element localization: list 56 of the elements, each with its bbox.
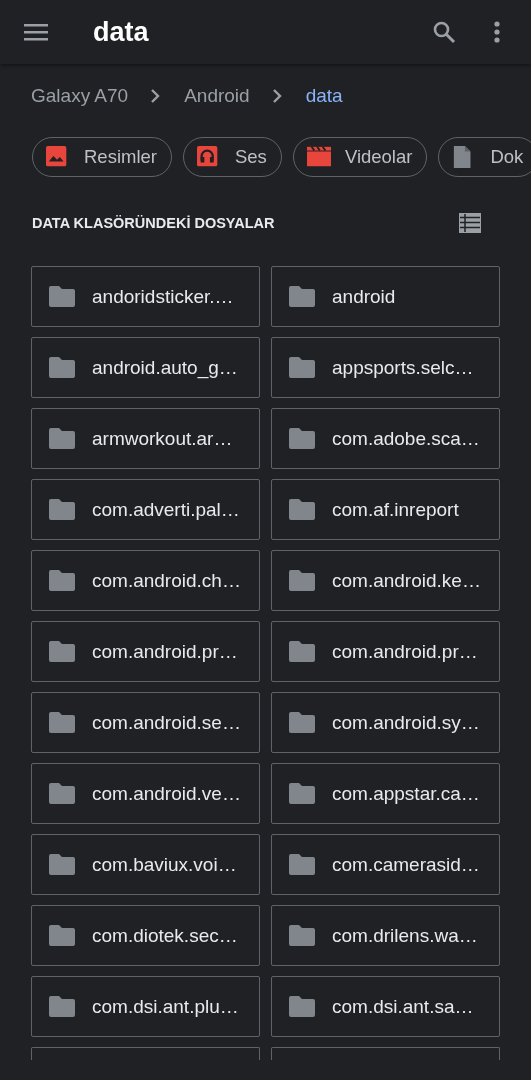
breadcrumb-link[interactable]: data	[305, 85, 343, 107]
folder-item[interactable]: com.diotek.sec…	[31, 905, 260, 966]
folder-icon	[49, 854, 75, 875]
folder-item[interactable]: com.android.pr…	[271, 621, 500, 682]
folder-icon	[289, 641, 315, 662]
folder-item[interactable]: com.android.ke…	[271, 550, 500, 611]
folder-item[interactable]: android.auto_g…	[31, 337, 260, 398]
folder-icon	[49, 925, 75, 946]
menu-icon[interactable]	[24, 23, 48, 41]
chevron-icon	[150, 88, 161, 104]
folder-item[interactable]: com.android.ve…	[31, 763, 260, 824]
folder-icon	[289, 783, 315, 804]
folder-item[interactable]: andoridsticker.…	[31, 266, 260, 327]
chevron-icon	[271, 88, 282, 104]
screen-title: data	[93, 16, 150, 48]
folder-item[interactable]: com.dsi.ant.plu…	[31, 976, 260, 1037]
folder-icon	[49, 783, 75, 804]
folder-icon	[49, 499, 75, 520]
folder-icon	[49, 286, 75, 307]
folder-item[interactable]: com.android.ch…	[31, 550, 260, 611]
folder-item[interactable]: com.af.inreport	[271, 479, 500, 540]
folder-icon	[289, 286, 315, 307]
folder-icon	[289, 712, 315, 733]
search-icon[interactable]	[432, 20, 456, 44]
breadcrumb-link[interactable]: Galaxy A70	[31, 85, 129, 107]
folder-icon	[49, 712, 75, 733]
list-view-icon[interactable]	[459, 213, 481, 233]
folder-icon	[289, 854, 315, 875]
section-title: DATA KLASÖRÜNDEKİ DOSYALAR	[32, 215, 275, 231]
folder-icon	[289, 570, 315, 591]
folder-icon	[289, 925, 315, 946]
folder-item[interactable]: com.android.se…	[31, 692, 260, 753]
more-options-icon[interactable]	[494, 21, 500, 43]
folder-icon	[49, 357, 75, 378]
folder-icon	[49, 996, 75, 1017]
folder-item[interactable]: com.camerasid…	[271, 834, 500, 895]
folder-item[interactable]: com.adobe.sca…	[271, 408, 500, 469]
folder-item[interactable]: com.dsi.ant.sa…	[271, 976, 500, 1037]
folder-icon	[289, 996, 315, 1017]
folder-item[interactable]: com.adverti.pal…	[31, 479, 260, 540]
folder-icon	[289, 428, 315, 449]
folder-icon	[49, 641, 75, 662]
folder-item[interactable]: android	[271, 266, 500, 327]
clapperboard-icon	[306, 145, 331, 169]
folder-item[interactable]: armworkout.ar…	[31, 408, 260, 469]
folder-item[interactable]: com.baviux.voi…	[31, 834, 260, 895]
folder-icon	[49, 428, 75, 449]
folder-item[interactable]: appsports.selc…	[271, 337, 500, 398]
folder-item[interactable]: com.drilens.wa…	[271, 905, 500, 966]
folder-icon	[49, 570, 75, 591]
folder-item[interactable]: com.android.pr…	[31, 621, 260, 682]
folder-icon	[289, 357, 315, 378]
folder-item[interactable]: com.appstar.ca…	[271, 763, 500, 824]
folder-icon	[289, 499, 315, 520]
breadcrumb-link[interactable]: Android	[184, 85, 250, 107]
folder-item[interactable]: com.android.sy…	[271, 692, 500, 753]
